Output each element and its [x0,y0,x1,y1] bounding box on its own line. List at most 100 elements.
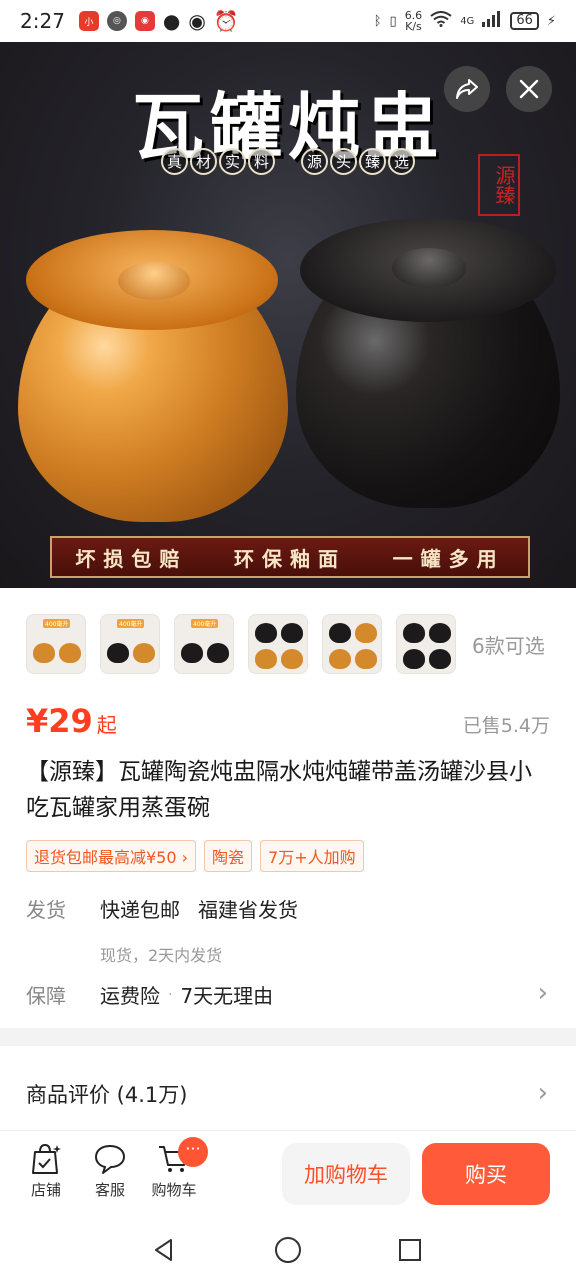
pot-thumb-icon [107,643,129,663]
cart-label: 购物车 [151,1181,197,1199]
cart-badge: ··· [178,1137,208,1167]
pot-thumb-icon [281,649,303,669]
reviews-section[interactable]: 商品评价 (4.1万) › [0,1046,576,1142]
pot-thumb-icon [429,649,451,669]
black-knob-image [392,248,466,288]
pot-thumb-icon [59,643,81,663]
guarantee-row[interactable]: 保障 运费险 · 7天无理由 [26,980,550,1009]
guarantee-item: 7天无理由 [180,984,274,1008]
price-value: ¥29 [26,702,93,740]
return-promo-chip[interactable]: 退货包邮最高减¥50 › [26,840,197,872]
store-button[interactable]: 店铺 [16,1143,76,1200]
pot-thumb-icon [403,649,425,669]
recents-square-icon [399,1239,421,1261]
reviews-title: 商品评价 (4.1万) [26,1083,188,1107]
tag-char: 头 [330,148,357,175]
close-icon [519,79,539,99]
variant-count[interactable]: 6款可选 [472,630,545,659]
pot-thumb-icon [133,643,155,663]
pot-thumb-icon [329,623,351,643]
price-suffix: 起 [96,713,117,737]
bottom-action-bar: 店铺 客服 购物车 ··· 加购物车 购买 [0,1130,576,1222]
cart-count-chip: 7万+人加购 [260,840,364,872]
pot-thumb-icon [403,623,425,643]
home-circle-icon [275,1237,301,1263]
hero-tags: 真 材 实 料 源 头 臻 选 [0,148,576,175]
product-hero-image[interactable]: 瓦罐炖盅 源臻 真 材 实 料 源 头 臻 选 坏损包赔 环保釉面 一罐多用 [0,42,576,588]
shipping-label: 发货 [26,898,66,922]
battery-icon: 66 [510,12,539,30]
buy-now-button[interactable]: 购买 [422,1143,550,1205]
variant-thumb-5[interactable] [322,614,382,674]
price-row: ¥29 起 已售5.4万 [26,702,550,740]
variant-thumb-4[interactable] [248,614,308,674]
charging-icon: ⚡ [546,13,556,29]
material-chip: 陶瓷 [204,840,253,872]
status-bar: 2:27 小 ◎ ◉ ● ◉ ⏰ ᛒ ▯ 6.6 K/s 4G 66 ⚡ [0,0,576,42]
amber-knob-image [118,262,190,300]
home-nav-button[interactable] [270,1232,306,1268]
shipping-note: 现货，2天内发货 [100,946,223,965]
pot-thumb-icon [33,643,55,663]
cart-button[interactable]: 购物车 ··· [144,1137,208,1200]
close-button[interactable] [506,66,552,112]
thumb-label: 400毫升 [43,619,71,628]
tag-char: 材 [190,148,217,175]
service-label: 客服 [94,1181,125,1199]
product-info-card: 400毫升 400毫升 400毫升 6款可选 ¥29 起 已售5.4万 【源臻】… [0,588,576,1028]
pot-thumb-icon [329,649,351,669]
tag-char: 选 [388,148,415,175]
bluetooth-icon: ᛒ [373,13,382,29]
guarantee-item: 运费险 [100,984,160,1008]
tag-group: 源 头 臻 选 [301,148,415,175]
app-notification-icon: ◉ [134,11,155,31]
shipping-method: 快递包邮 [100,898,180,922]
chevron-right-icon[interactable]: › [538,978,548,1008]
store-icon [32,1143,61,1174]
variant-thumb-3[interactable]: 400毫升 [174,614,234,674]
sold-count: 已售5.4万 [462,715,550,737]
promo-chips: 退货包邮最高减¥50 › 陶瓷 7万+人加购 [26,840,364,872]
variant-thumbnails: 400毫升 400毫升 400毫升 6款可选 [26,614,545,674]
eye-icon: ◉ [188,9,206,33]
pot-thumb-icon [181,643,203,663]
back-triangle-icon [155,1239,172,1261]
share-icon [456,79,478,99]
tag-char: 料 [248,148,275,175]
tag-char: 真 [161,148,188,175]
tag-group: 真 材 实 料 [161,148,275,175]
recents-nav-button[interactable] [392,1232,428,1268]
variant-thumb-2[interactable]: 400毫升 [100,614,160,674]
vibrate-icon: ▯ [389,13,397,29]
variant-thumb-1[interactable]: 400毫升 [26,614,86,674]
pot-thumb-icon [355,623,377,643]
system-navigation-bar [0,1222,576,1280]
app-notification-icon: 小 [78,11,99,31]
hero-banner: 坏损包赔 环保釉面 一罐多用 [50,536,530,578]
status-time: 2:27 [20,9,65,33]
chevron-right-icon[interactable]: › [538,1078,548,1108]
shipping-origin: 福建省发货 [198,898,298,922]
net-type: 4G [460,15,475,27]
pot-thumb-icon [355,649,377,669]
message-icon: ● [162,9,181,33]
pot-thumb-icon [255,623,277,643]
chat-icon [95,1145,125,1174]
tag-char: 臻 [359,148,386,175]
shipping-row[interactable]: 发货 快递包邮 福建省发货 [26,894,550,923]
pot-thumb-icon [207,643,229,663]
app-notification-icon: ◎ [106,11,127,31]
thumb-label: 400毫升 [191,619,219,628]
customer-service-button[interactable]: 客服 [80,1143,140,1200]
alarm-icon: ⏰ [213,9,239,33]
net-speed: 6.6 K/s [404,9,423,33]
back-nav-button[interactable] [146,1232,182,1268]
variant-thumb-6[interactable] [396,614,456,674]
add-to-cart-button[interactable]: 加购物车 [282,1143,410,1205]
share-button[interactable] [444,66,490,112]
tag-char: 源 [301,148,328,175]
wifi-icon [430,11,452,31]
product-title: 【源臻】瓦罐陶瓷炖盅隔水炖炖罐带盖汤罐沙县小吃瓦罐家用蒸蛋碗 [26,759,532,821]
thumb-label: 400毫升 [117,619,145,628]
banner-text: 环保釉面 [233,546,346,571]
